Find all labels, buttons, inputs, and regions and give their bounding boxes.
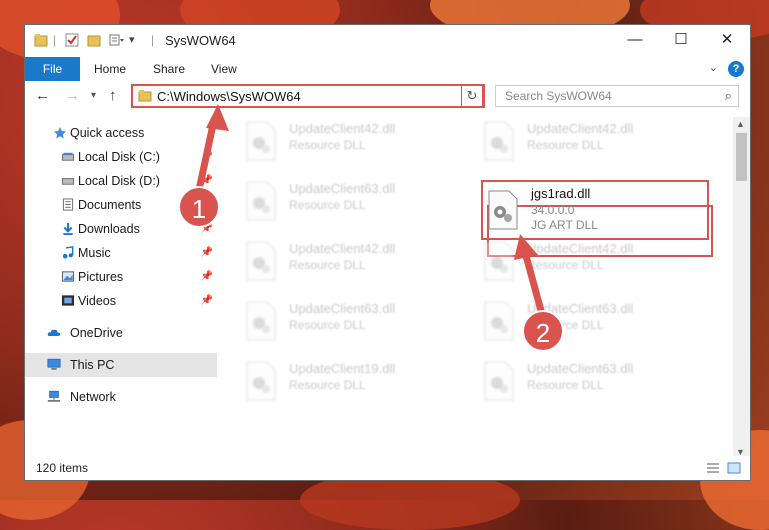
arrow-1-head [206, 104, 229, 131]
annotation-arrows [195, 104, 547, 322]
arrow-1 [195, 116, 218, 194]
arrow-2-head [514, 234, 538, 260]
step-1-badge: 1 [178, 186, 220, 228]
step-2-badge: 2 [522, 310, 564, 352]
arrow-2 [521, 248, 547, 322]
